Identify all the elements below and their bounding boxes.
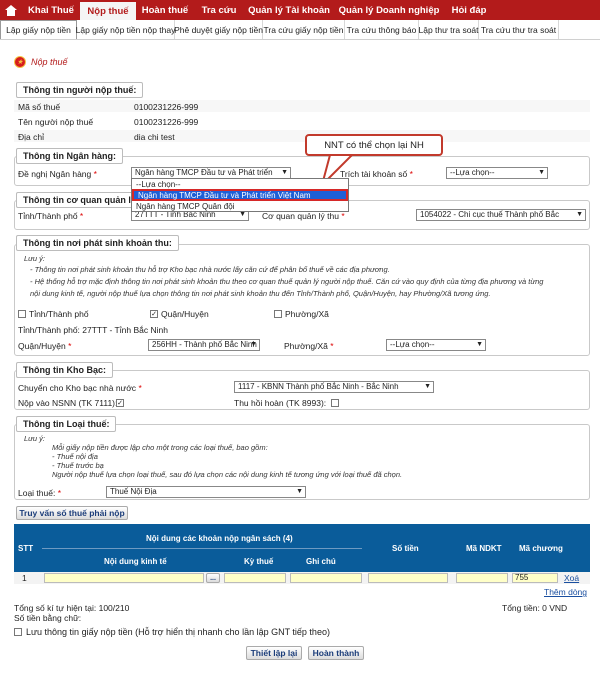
- bank-dropdown-list: --Lựa chọn-- Ngân hàng TMCP Đầu tư và Ph…: [131, 178, 349, 212]
- bank-option-mb[interactable]: Ngân hàng TMCP Quân đội: [132, 201, 348, 211]
- callout-pointer: [320, 154, 355, 189]
- callout-note: NNT có thể chọn lại NH: [305, 134, 443, 156]
- bank-option-bidv[interactable]: Ngân hàng TMCP Đầu tư và Phát triển Việt…: [132, 189, 348, 201]
- bank-option-placeholder[interactable]: --Lựa chọn--: [132, 179, 348, 189]
